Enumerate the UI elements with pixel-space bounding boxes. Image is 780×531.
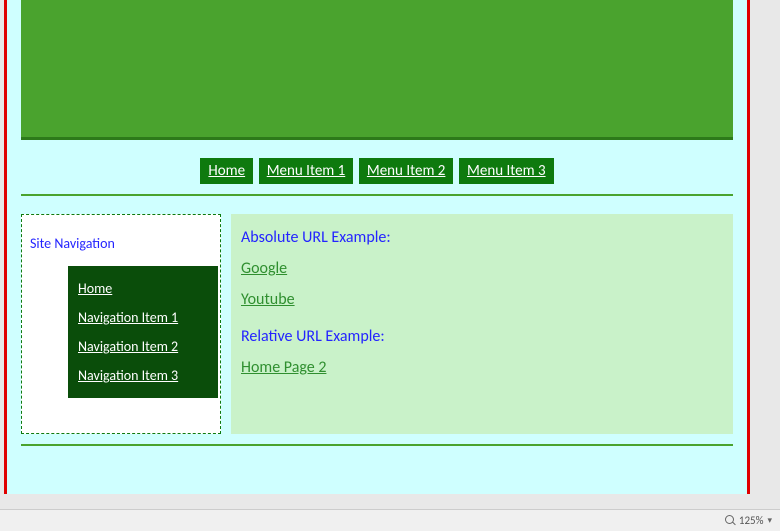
main-content: Absolute URL Example: Google Youtube Rel…	[231, 214, 733, 434]
topnav-home[interactable]: Home	[200, 158, 253, 184]
topnav-menu-item-1[interactable]: Menu Item 1	[259, 158, 354, 184]
main-columns: Site Navigation Home Navigation Item 1 N…	[21, 214, 733, 434]
sidebar: Site Navigation Home Navigation Item 1 N…	[21, 214, 221, 434]
link-youtube[interactable]: Youtube	[241, 290, 295, 309]
relative-url-heading: Relative URL Example:	[241, 327, 723, 346]
divider-bottom	[21, 444, 733, 446]
divider	[21, 194, 733, 196]
zoom-dropdown-arrow[interactable]: ▾	[767, 515, 772, 526]
top-navigation: Home Menu Item 1 Menu Item 2 Menu Item 3	[21, 158, 733, 184]
page-viewport: Home Menu Item 1 Menu Item 2 Menu Item 3…	[4, 0, 750, 494]
absolute-url-heading: Absolute URL Example:	[241, 228, 723, 247]
sidebar-title: Site Navigation	[30, 235, 212, 252]
sidenav-item-3[interactable]: Navigation Item 3	[74, 361, 212, 390]
link-google[interactable]: Google	[241, 259, 287, 278]
sidenav-item-1[interactable]: Navigation Item 1	[74, 303, 212, 332]
topnav-menu-item-3[interactable]: Menu Item 3	[459, 158, 554, 184]
magnifier-icon	[725, 515, 736, 526]
header-banner	[21, 0, 733, 140]
browser-status-bar: 125% ▾	[0, 509, 780, 531]
sidenav-item-2[interactable]: Navigation Item 2	[74, 332, 212, 361]
zoom-level[interactable]: 125%	[739, 514, 764, 527]
link-home-page-2[interactable]: Home Page 2	[241, 358, 326, 377]
side-navigation: Home Navigation Item 1 Navigation Item 2…	[68, 266, 218, 398]
topnav-menu-item-2[interactable]: Menu Item 2	[359, 158, 454, 184]
sidenav-home[interactable]: Home	[74, 274, 212, 303]
